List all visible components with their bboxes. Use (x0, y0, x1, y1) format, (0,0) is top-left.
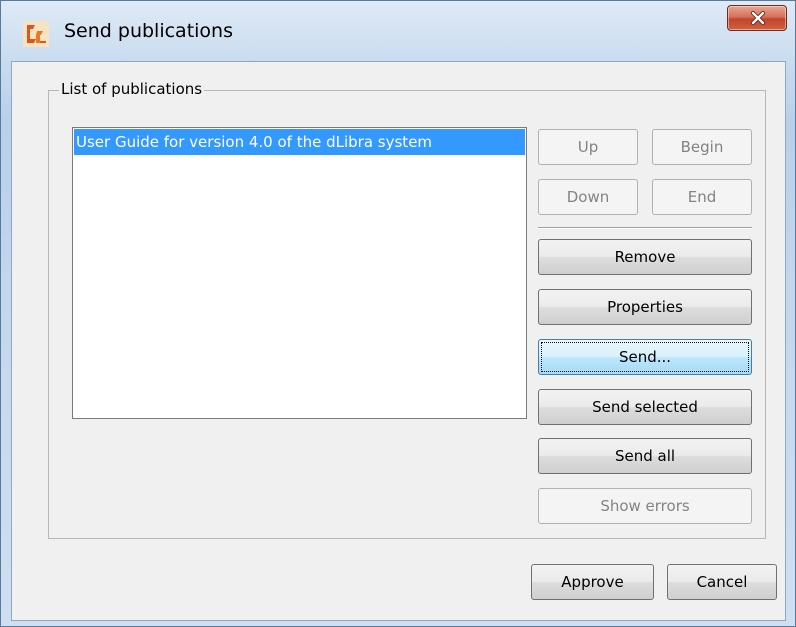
focus-ring (541, 342, 749, 372)
show-errors-button[interactable]: Show errors (538, 488, 752, 524)
close-button[interactable] (727, 5, 787, 31)
cancel-button[interactable]: Cancel (667, 564, 777, 600)
dlibra-logo-icon (23, 21, 49, 47)
send-all-button[interactable]: Send all (538, 438, 752, 474)
group-legend: List of publications (59, 80, 205, 98)
button-separator (538, 227, 752, 229)
end-button[interactable]: End (652, 179, 752, 215)
approve-button[interactable]: Approve (531, 564, 654, 600)
send-publications-dialog: Send publications List of publications U… (0, 0, 796, 627)
publication-list[interactable]: User Guide for version 4.0 of the dLibra… (72, 127, 527, 419)
close-icon (751, 11, 765, 25)
send-button[interactable]: Send... (538, 339, 752, 375)
title-bar[interactable]: Send publications (1, 1, 795, 59)
list-item[interactable]: User Guide for version 4.0 of the dLibra… (74, 129, 525, 155)
up-button[interactable]: Up (538, 129, 638, 165)
send-selected-button[interactable]: Send selected (538, 389, 752, 425)
dialog-content: List of publications User Guide for vers… (11, 61, 786, 621)
properties-button[interactable]: Properties (538, 289, 752, 325)
remove-button[interactable]: Remove (538, 239, 752, 275)
window-title: Send publications (64, 20, 233, 42)
down-button[interactable]: Down (538, 179, 638, 215)
begin-button[interactable]: Begin (652, 129, 752, 165)
